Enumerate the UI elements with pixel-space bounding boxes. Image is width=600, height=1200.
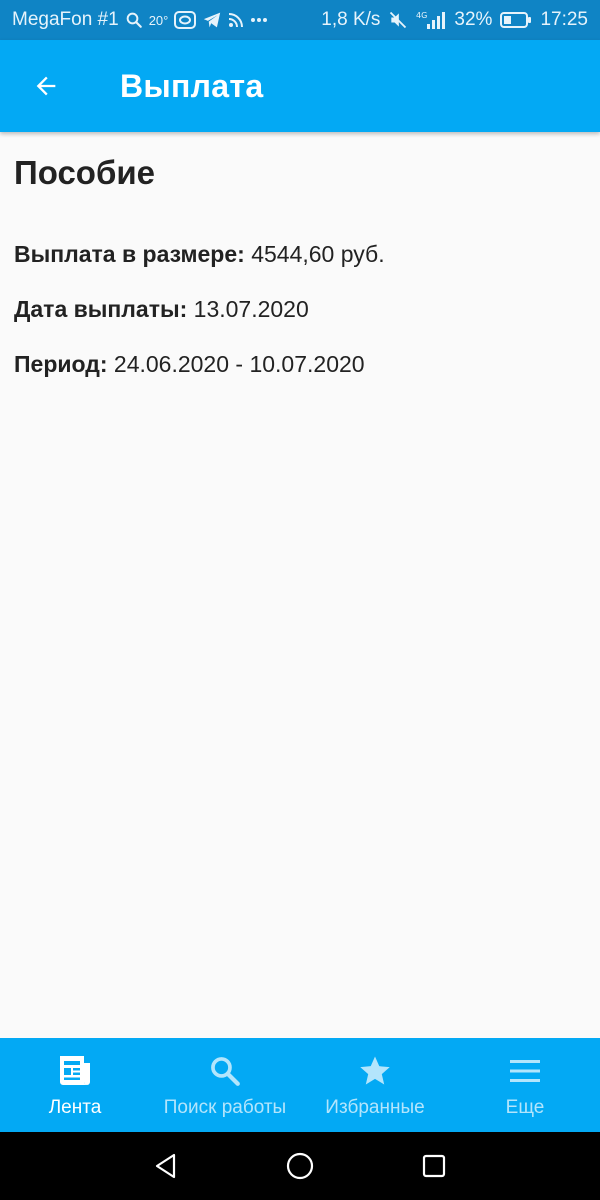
nav-item-feed[interactable]: Лента — [0, 1038, 150, 1132]
more-notifications-icon — [250, 17, 268, 23]
nav-item-more[interactable]: Еще — [450, 1038, 600, 1132]
payment-info-list: Выплата в размере: 4544,60 руб. Дата вып… — [14, 240, 586, 405]
payment-period-row: Период: 24.06.2020 - 10.07.2020 — [14, 350, 586, 405]
square-recents-icon — [422, 1154, 446, 1178]
telegram-icon — [202, 11, 222, 29]
circle-home-icon — [286, 1152, 314, 1180]
system-navigation-bar — [0, 1132, 600, 1200]
network-speed: 1,8 K/s — [321, 9, 381, 30]
status-right: 1,8 K/s 4G 32% 17:25 — [321, 9, 588, 31]
carrier-name: MegaFon #1 — [12, 9, 119, 30]
app-bar: Выплата — [0, 40, 600, 132]
system-home-button[interactable] — [233, 1132, 367, 1200]
temperature: 20° — [148, 12, 169, 28]
battery-icon — [500, 11, 532, 29]
payment-period-value: 24.06.2020 - 10.07.2020 — [113, 351, 365, 377]
search-status-icon — [125, 11, 143, 29]
bottom-navigation: Лента Поиск работы Избранные Еще — [0, 1038, 600, 1132]
status-left: MegaFon #1 20° — [12, 9, 268, 31]
mute-icon — [388, 10, 408, 30]
status-bar: MegaFon #1 20° 1,8 K/s 4G 32% 17:25 — [0, 0, 600, 40]
system-recents-button[interactable] — [367, 1132, 501, 1200]
payment-date-value: 13.07.2020 — [193, 296, 309, 322]
payment-period-label: Период: — [14, 351, 114, 377]
nav-label-favorites: Избранные — [325, 1097, 425, 1118]
rss-icon — [228, 12, 244, 28]
screen: MegaFon #1 20° 1,8 K/s 4G 32% 17:25 Выпл… — [0, 0, 600, 1200]
signal-icon: 4G — [416, 10, 446, 30]
payment-date-label: Дата выплаты: — [14, 296, 194, 322]
nav-label-job-search: Поиск работы — [163, 1097, 287, 1118]
news-icon — [55, 1051, 95, 1091]
main-content: Пособие Выплата в размере: 4544,60 руб. … — [0, 132, 600, 405]
payment-amount-label: Выплата в размере: — [14, 241, 252, 267]
system-back-button[interactable] — [99, 1132, 233, 1200]
nav-label-feed: Лента — [48, 1097, 102, 1118]
payment-amount-value: 4544,60 руб. — [251, 241, 385, 267]
app-notification-icon — [174, 11, 197, 29]
star-icon — [355, 1051, 395, 1091]
nav-item-job-search[interactable]: Поиск работы — [150, 1038, 300, 1132]
network-type: 4G — [416, 11, 427, 20]
nav-item-favorites[interactable]: Избранные — [300, 1038, 450, 1132]
search-icon — [205, 1051, 245, 1091]
triangle-back-icon — [155, 1153, 176, 1179]
back-button[interactable] — [22, 62, 70, 110]
arrow-back-icon — [36, 76, 56, 96]
clock: 17:25 — [540, 9, 588, 30]
battery-percent: 32% — [454, 9, 493, 30]
menu-icon — [505, 1051, 545, 1091]
nav-label-more: Еще — [505, 1097, 545, 1118]
payment-amount-row: Выплата в размере: 4544,60 руб. — [14, 240, 586, 295]
section-title: Пособие — [14, 154, 155, 191]
payment-date-row: Дата выплаты: 13.07.2020 — [14, 295, 586, 350]
page-title: Выплата — [120, 67, 264, 104]
